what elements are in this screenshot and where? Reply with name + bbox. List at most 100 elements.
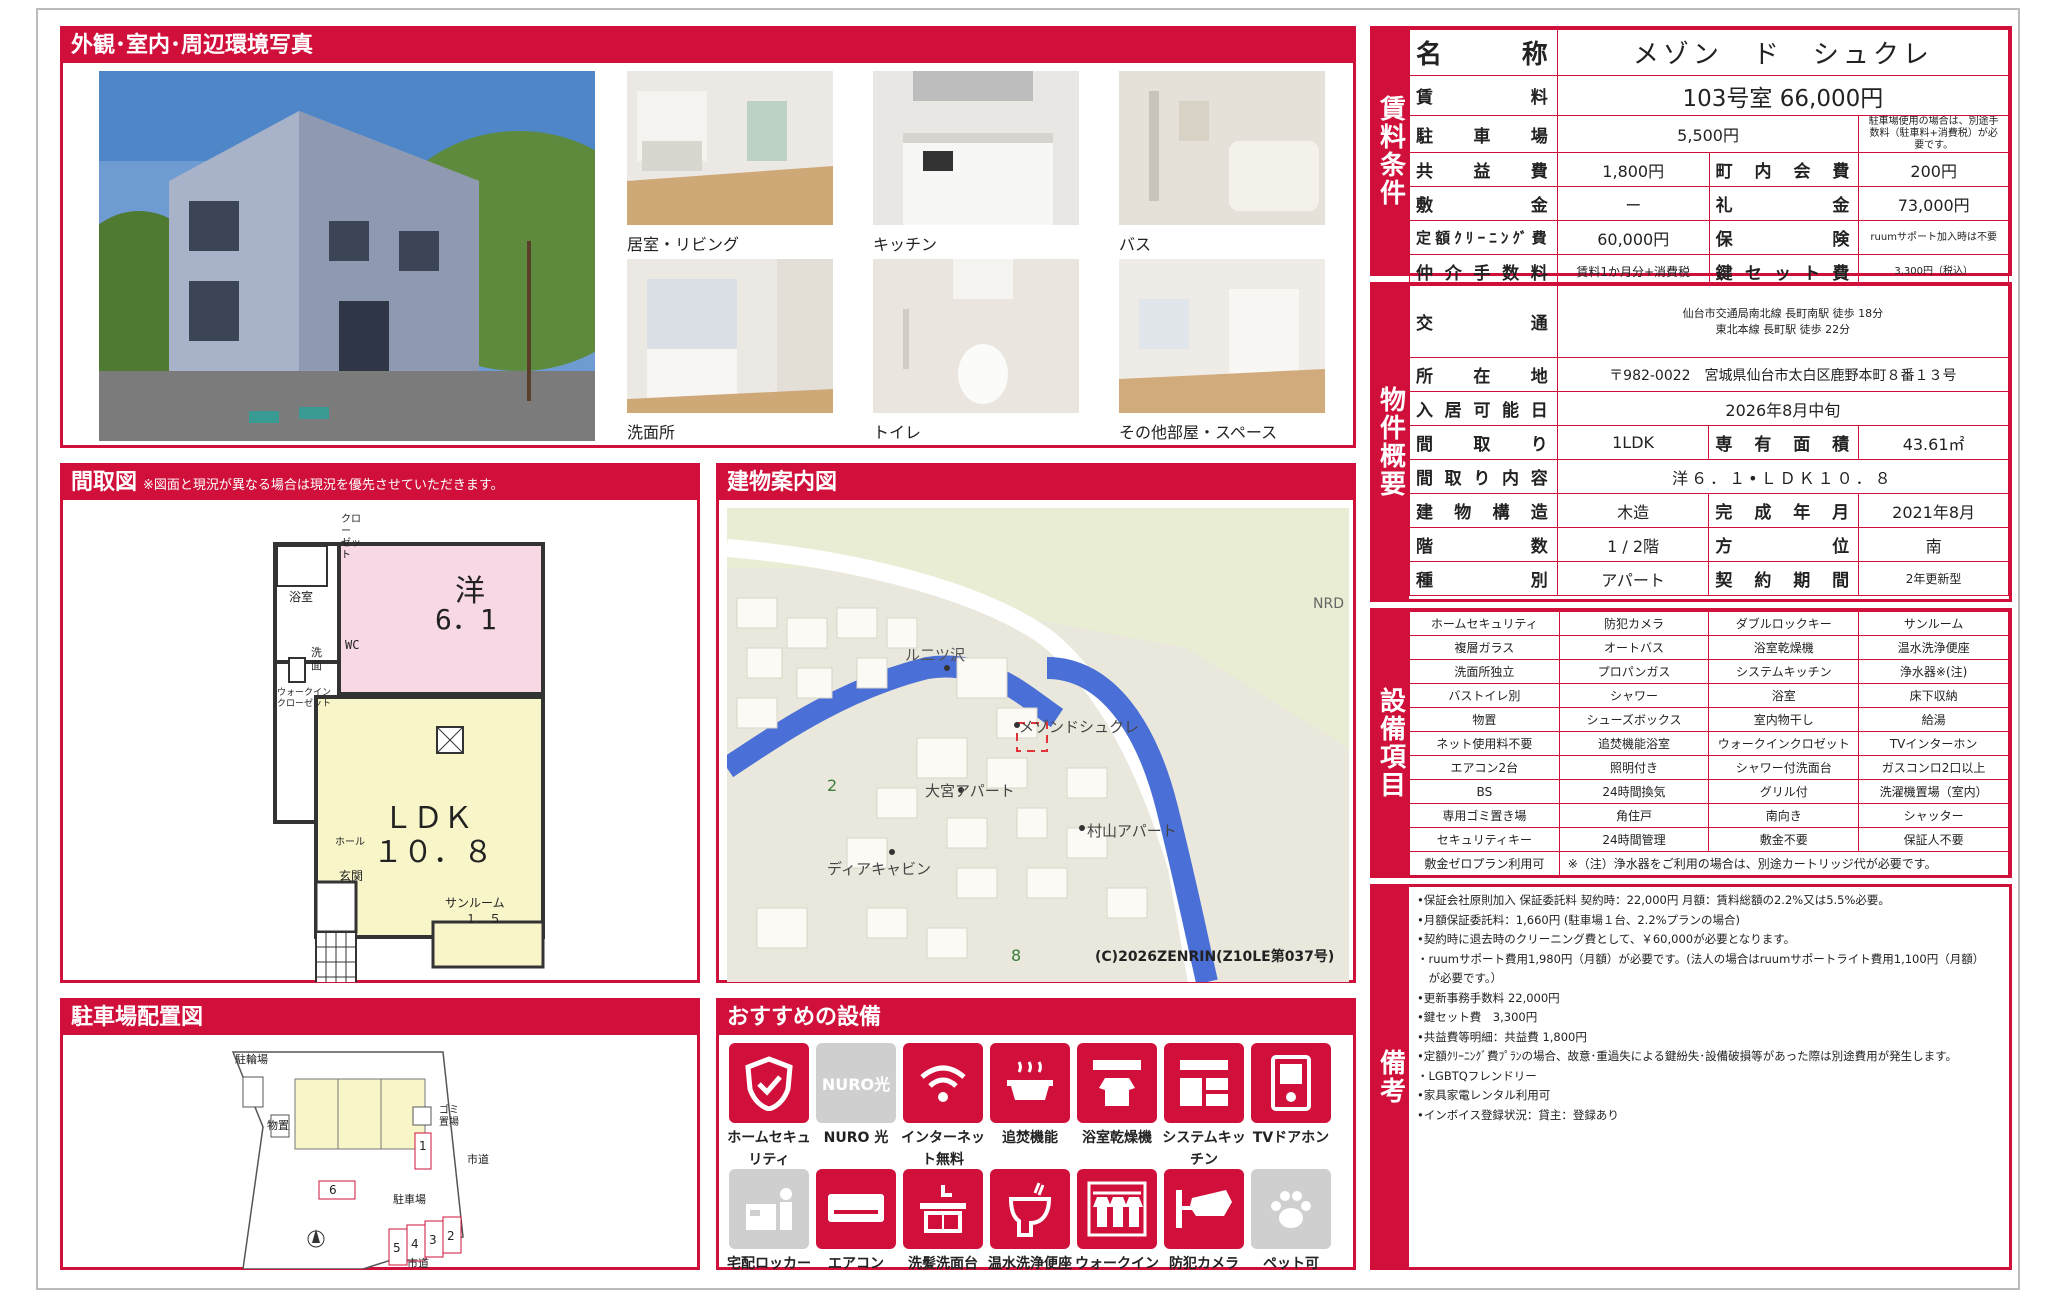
floorplan-header: 間取図 ※図面と現況が異なる場合は現況を優先させていただきます。 (63, 466, 697, 500)
facility-item: 浴室乾燥機 (1708, 635, 1860, 660)
facility-item: セキュリティキー (1409, 827, 1560, 852)
remark-line: •家具家電レンタル利用可 (1417, 1088, 1551, 1102)
living-photo[interactable] (627, 71, 833, 225)
fp-sunroom-size: １．５ (465, 912, 502, 926)
remarks-label: 備考 (1373, 887, 1409, 1267)
property-overview: 物件概要 交通 仙台市交通局南北線 長町南駅 徒歩 18分 東北本線 長町駅 徒… (1370, 282, 2012, 602)
label-nuro: NURO 光 (823, 1130, 889, 1146)
area-key: 専有面積 (1708, 425, 1860, 460)
washlet-icon (990, 1169, 1070, 1249)
remark-line: •月額保証委託料：1,660円 (駐車場１台、2.2%プランの場合) (1417, 912, 1741, 927)
facility-item: ホームセキュリティ (1409, 611, 1560, 636)
rent-conditions: 賃料条件 名 称 メゾン ド シュクレ 賃 料 103号室 66,000円 駐車… (1370, 26, 2012, 289)
map-label-2: 2 (827, 776, 838, 795)
facility-item: シャッター (1858, 803, 2009, 828)
tv-intercom-icon (1251, 1043, 1331, 1123)
other-room-photo[interactable] (1119, 259, 1325, 413)
label-home-security: ホームセキュリティ (727, 1130, 811, 1168)
key-money: 73,000円 (1858, 186, 2009, 221)
parking-label-garbage: ゴミ置場 (439, 1105, 459, 1128)
type: アパート (1556, 561, 1710, 596)
kitchen-photo[interactable] (873, 71, 1079, 225)
parking-label-road1: 市道 (467, 1153, 489, 1166)
layout: 1LDK (1556, 425, 1710, 460)
address: 〒982-0022 宮城県仙台市太白区鹿野本町８番１３号 (1556, 357, 2010, 392)
facilities-table: ホームセキュリティ 防犯カメラ ダブルロックキー サンルーム 複層ガラス オートバス 浴室乾… (1409, 611, 2010, 876)
facility-item: 敷金不要 (1708, 827, 1860, 852)
map-label-deer-cabin: ディアキャビン (827, 860, 931, 878)
parking-spot-1: 1 (419, 1139, 427, 1153)
parking-fee-note: 駐車場使用の場合は、別途手数料（駐車料+消費税）が必要です。 (1858, 115, 2009, 153)
delivery-locker-icon (729, 1169, 809, 1249)
remark-line: •インボイス登録状況：貸主：登録あり (1417, 1107, 1619, 1122)
caption-living: 居室・リビング (627, 235, 740, 254)
facility-note: ※（注）浄水器をご利用の場合は、別途カートリッジ代が必要です。 (1558, 851, 2010, 876)
bathtub-icon (990, 1043, 1070, 1123)
facility-item: 専用ゴミ置き場 (1409, 803, 1560, 828)
fp-sunroom: サンルーム (445, 896, 505, 910)
move-in-key: 入居可能日 (1409, 391, 1558, 426)
exterior-photo[interactable] (99, 71, 595, 441)
caption-washroom: 洗面所 (627, 423, 676, 442)
toilet-photo[interactable] (873, 259, 1079, 413)
map-label-8: 8 (1011, 946, 1022, 965)
wifi-icon (903, 1043, 983, 1123)
facility-item: TVインターホン (1858, 731, 2009, 756)
property-name: メゾン ド シュクレ (1556, 29, 2010, 76)
facility-deposit-zero: 敷金ゼロプラン利用可 (1409, 851, 1560, 876)
nuro-icon: NURO光 (816, 1043, 896, 1123)
remark-line: ・ruumサポート費用1,980円（月額）が必要です。(法人の場合はruumサポ… (1417, 951, 1985, 966)
facility-item: シャワー付洗面台 (1708, 755, 1860, 780)
facilities-label: 設備項目 (1373, 611, 1409, 875)
direction: 南 (1858, 527, 2009, 562)
layout-detail-key: 間取り内容 (1409, 459, 1558, 494)
caption-other-room: その他部屋・スペース (1119, 423, 1278, 442)
facility-item: 24時間換気 (1558, 779, 1710, 804)
facility-item: ウォークインクロゼット (1708, 731, 1860, 756)
home-security-icon (729, 1043, 809, 1123)
label-tv-intercom: TVドアホン (1252, 1130, 1330, 1146)
fp-bath: 浴室 (289, 590, 314, 604)
parking-label-storage: 物置 (267, 1119, 289, 1132)
caption-bath: バス (1119, 235, 1152, 254)
rent-key: 賃 料 (1409, 75, 1558, 116)
remark-line: •契約時に退去時のクリーニング費として、￥60,000が必要となります。 (1417, 932, 1796, 946)
floorplan-note: ※図面と現況が異なる場合は現況を優先させていただきます。 (143, 478, 504, 493)
photos-panel: 外観･室内･周辺環境写真 居室・リビング キッチン バス 洗面所 トイレ その他… (60, 26, 1356, 448)
facility-item: 南向き (1708, 803, 1860, 828)
cleaning-key: 定額ｸﾘｰﾆﾝｸﾞ費 (1409, 220, 1558, 255)
layout-key: 間取り (1409, 425, 1558, 460)
label-reheating: 追焚機能 (1002, 1130, 1058, 1146)
map-copyright: (C)2026ZENRIN(Z10LE第037号) (1095, 949, 1335, 965)
air-conditioner-icon (816, 1169, 896, 1249)
fp-wc: WC (345, 638, 360, 652)
access-value: 仙台市交通局南北線 長町南駅 徒歩 18分 東北本線 長町駅 徒歩 22分 (1556, 285, 2010, 358)
facility-item: サンルーム (1858, 611, 2009, 636)
equipment-header: おすすめの設備 (719, 1001, 1353, 1035)
remark-line: •保証会社原則加入 保証委託料 契約時：22,000円 月額：賃料総額の2.2%… (1417, 893, 1890, 907)
facility-item: ダブルロックキー (1708, 611, 1860, 636)
name-key: 名 称 (1409, 29, 1558, 76)
equipment-panel: おすすめの設備 NURO光 ホームセキュリティ NURO 光 インターネット無料… (716, 998, 1356, 1272)
facility-item: 給湯 (1858, 707, 2009, 732)
map-label-property: メゾンドシュクレ (1019, 718, 1140, 736)
fp-walkin: ウォークイン クローゼット (277, 688, 332, 709)
parking-fee: 5,500円 (1556, 115, 1860, 153)
bath-photo[interactable] (1119, 71, 1325, 225)
facility-item: シャワー (1558, 683, 1710, 708)
label-walk-in-closet: ウォークインクローゼット (1075, 1256, 1159, 1269)
map-drawing[interactable] (727, 508, 1349, 982)
label-delivery-locker: 宅配ロッカー (727, 1256, 811, 1272)
facility-item: システムキッチン (1708, 659, 1860, 684)
label-internet: インターネット無料 (901, 1130, 985, 1168)
label-system-kitchen: システムキッチン (1162, 1130, 1246, 1168)
label-bath-dryer: 浴室乾燥機 (1082, 1130, 1152, 1146)
washroom-photo[interactable] (627, 259, 833, 413)
parking-spot-5: 5 (393, 1241, 401, 1255)
facility-item: ネット使用料不要 (1409, 731, 1560, 756)
nuro-icon-text: NURO光 (821, 1075, 891, 1094)
direction-key: 方位 (1708, 527, 1860, 562)
map-label-lunitsusawa: ル二ツ沢 (905, 646, 966, 664)
common-fee: 1,800円 (1556, 152, 1710, 187)
floorplan-panel: 間取図 ※図面と現況が異なる場合は現況を優先させていただきます。 洋 6．1 ＬＤ… (60, 463, 700, 983)
